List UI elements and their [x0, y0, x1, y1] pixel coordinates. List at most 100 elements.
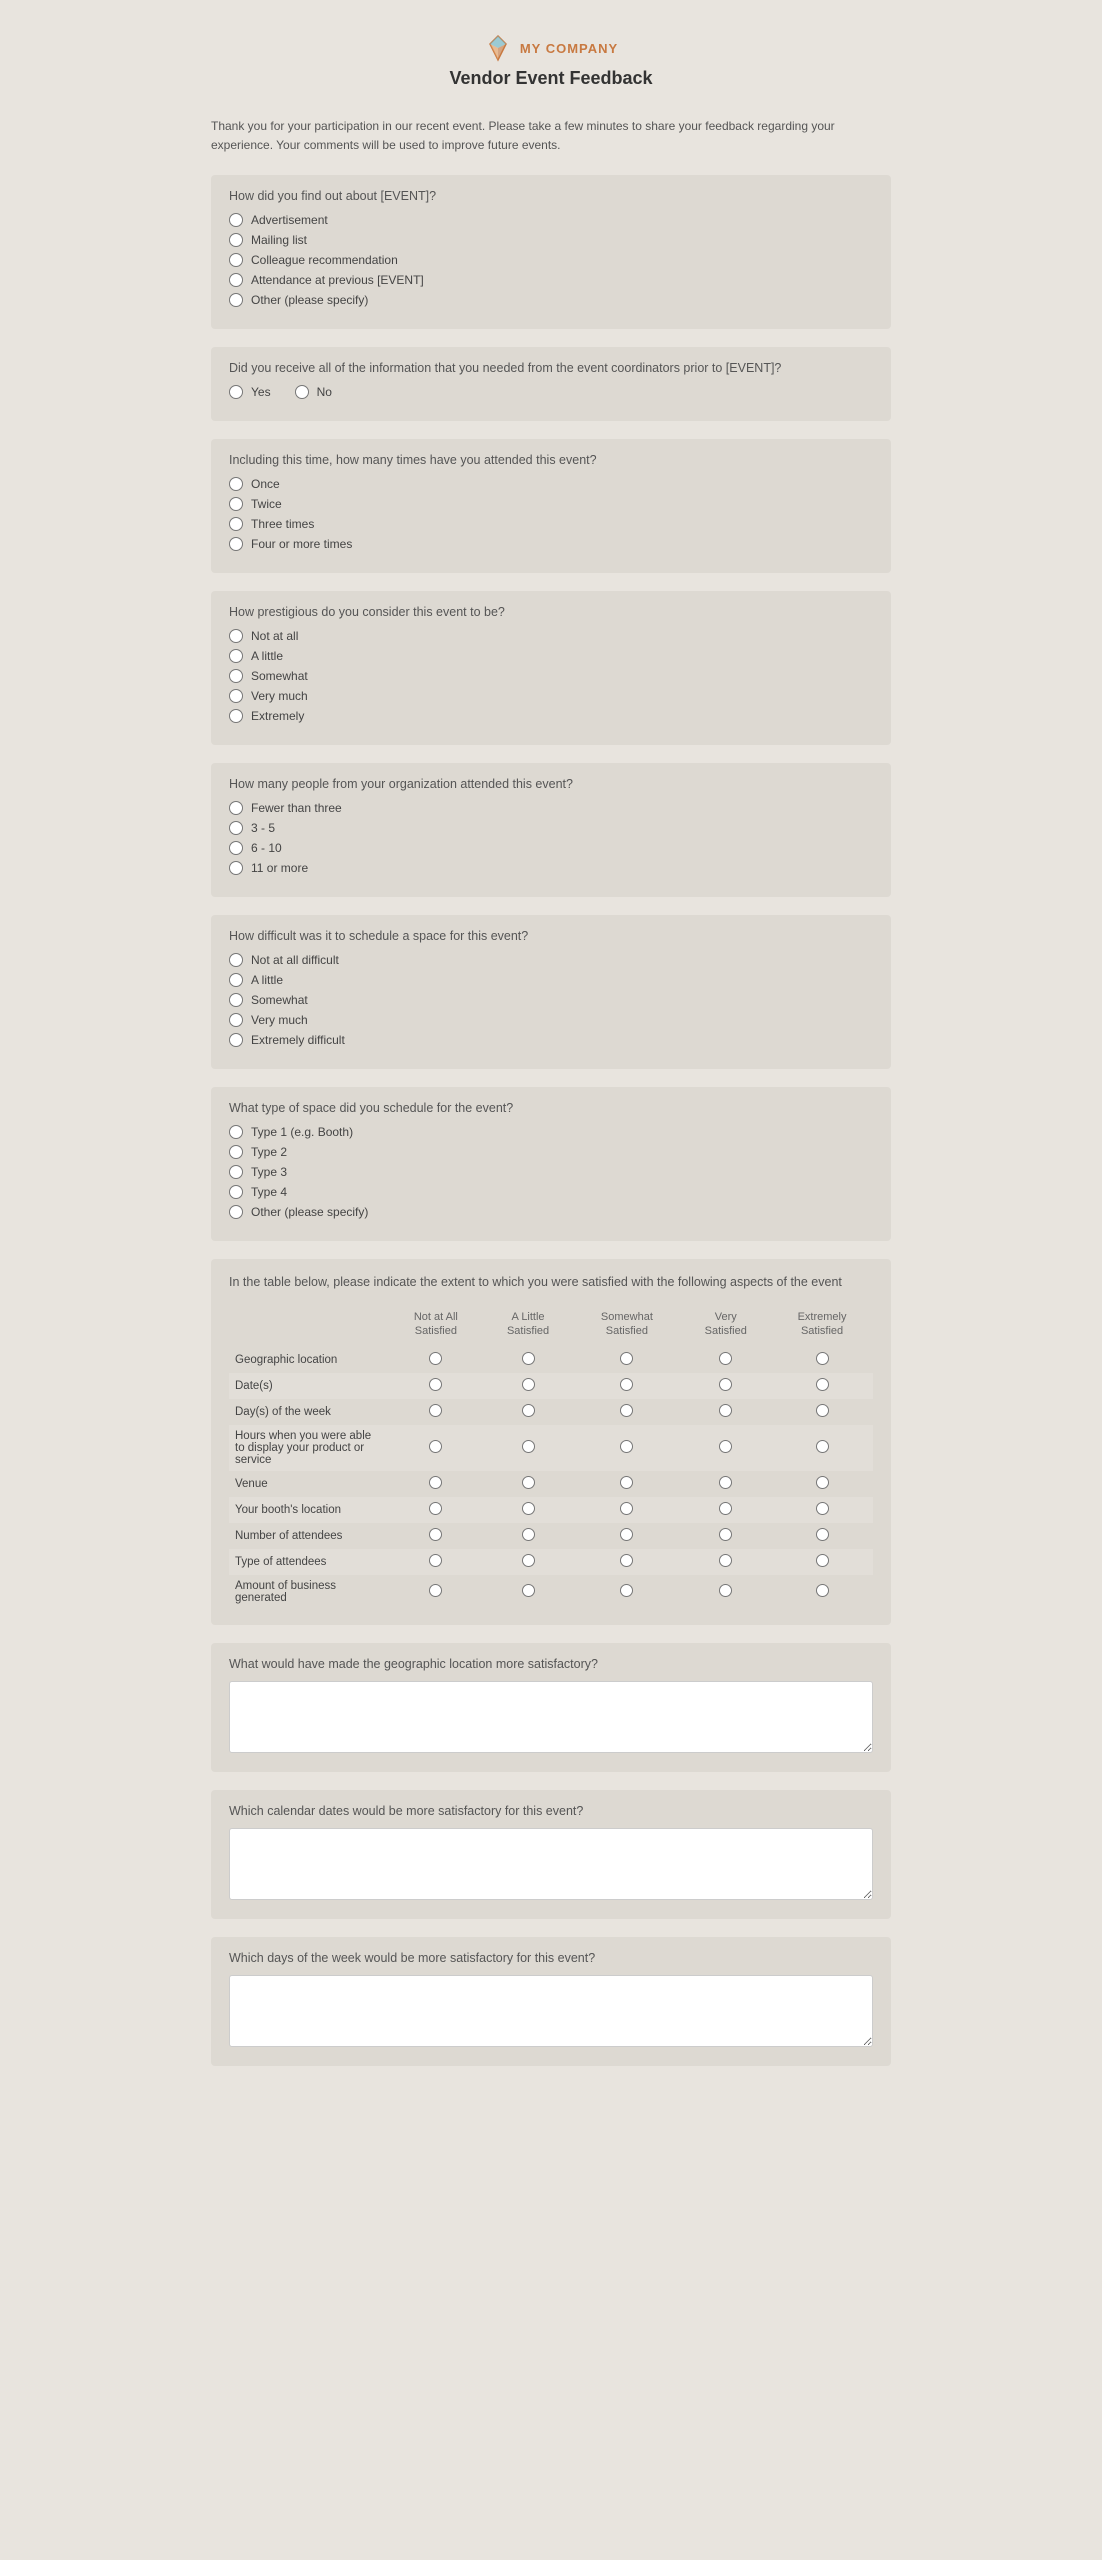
q6-option-4[interactable]: Very much [229, 1013, 873, 1027]
row-3-col-2[interactable] [483, 1399, 574, 1425]
q5-option-3[interactable]: 6 - 10 [229, 841, 873, 855]
q4-radio-4[interactable] [229, 689, 243, 703]
r8-radio-2[interactable] [522, 1554, 535, 1567]
row-8-col-3[interactable] [573, 1549, 680, 1575]
q6-option-5[interactable]: Extremely difficult [229, 1033, 873, 1047]
row-9-col-2[interactable] [483, 1575, 574, 1609]
q7-radio-3[interactable] [229, 1165, 243, 1179]
q4-radio-2[interactable] [229, 649, 243, 663]
q7-option-3[interactable]: Type 3 [229, 1165, 873, 1179]
q6-radio-4[interactable] [229, 1013, 243, 1027]
q5-option-2[interactable]: 3 - 5 [229, 821, 873, 835]
q6-radio-3[interactable] [229, 993, 243, 1007]
q1-option-4[interactable]: Attendance at previous [EVENT] [229, 273, 873, 287]
r4-radio-5[interactable] [816, 1440, 829, 1453]
r7-radio-3[interactable] [620, 1528, 633, 1541]
r3-radio-5[interactable] [816, 1404, 829, 1417]
r7-radio-5[interactable] [816, 1528, 829, 1541]
q3-radio-2[interactable] [229, 497, 243, 511]
r1-radio-1[interactable] [429, 1352, 442, 1365]
q11-textarea[interactable] [229, 1975, 873, 2047]
q1-option-2[interactable]: Mailing list [229, 233, 873, 247]
row-8-col-1[interactable] [389, 1549, 483, 1575]
r6-radio-2[interactable] [522, 1502, 535, 1515]
q5-radio-3[interactable] [229, 841, 243, 855]
row-9-col-3[interactable] [573, 1575, 680, 1609]
row-6-col-4[interactable] [680, 1497, 771, 1523]
row-6-col-2[interactable] [483, 1497, 574, 1523]
r1-radio-4[interactable] [719, 1352, 732, 1365]
q4-option-1[interactable]: Not at all [229, 629, 873, 643]
q1-radio-5[interactable] [229, 293, 243, 307]
r8-radio-1[interactable] [429, 1554, 442, 1567]
r7-radio-4[interactable] [719, 1528, 732, 1541]
row-5-col-2[interactable] [483, 1471, 574, 1497]
row-2-col-2[interactable] [483, 1373, 574, 1399]
r5-radio-5[interactable] [816, 1476, 829, 1489]
q1-radio-1[interactable] [229, 213, 243, 227]
q6-radio-1[interactable] [229, 953, 243, 967]
row-6-col-1[interactable] [389, 1497, 483, 1523]
r9-radio-3[interactable] [620, 1584, 633, 1597]
q7-radio-4[interactable] [229, 1185, 243, 1199]
r2-radio-3[interactable] [620, 1378, 633, 1391]
q7-radio-5[interactable] [229, 1205, 243, 1219]
r5-radio-3[interactable] [620, 1476, 633, 1489]
q6-option-3[interactable]: Somewhat [229, 993, 873, 1007]
row-7-col-5[interactable] [771, 1523, 873, 1549]
q3-option-1[interactable]: Once [229, 477, 873, 491]
row-7-col-4[interactable] [680, 1523, 771, 1549]
r8-radio-4[interactable] [719, 1554, 732, 1567]
q5-radio-2[interactable] [229, 821, 243, 835]
r1-radio-5[interactable] [816, 1352, 829, 1365]
q1-radio-3[interactable] [229, 253, 243, 267]
q2-radio-no[interactable] [295, 385, 309, 399]
r9-radio-4[interactable] [719, 1584, 732, 1597]
q5-option-1[interactable]: Fewer than three [229, 801, 873, 815]
row-1-col-3[interactable] [573, 1347, 680, 1373]
row-1-col-1[interactable] [389, 1347, 483, 1373]
q2-option-no[interactable]: No [295, 385, 332, 399]
q3-radio-4[interactable] [229, 537, 243, 551]
q5-radio-1[interactable] [229, 801, 243, 815]
row-4-col-1[interactable] [389, 1425, 483, 1471]
q9-textarea[interactable] [229, 1681, 873, 1753]
row-5-col-4[interactable] [680, 1471, 771, 1497]
row-9-col-1[interactable] [389, 1575, 483, 1609]
r7-radio-2[interactable] [522, 1528, 535, 1541]
r9-radio-1[interactable] [429, 1584, 442, 1597]
q1-radio-4[interactable] [229, 273, 243, 287]
r5-radio-2[interactable] [522, 1476, 535, 1489]
q5-option-4[interactable]: 11 or more [229, 861, 873, 875]
r3-radio-2[interactable] [522, 1404, 535, 1417]
row-4-col-4[interactable] [680, 1425, 771, 1471]
row-5-col-3[interactable] [573, 1471, 680, 1497]
row-4-col-3[interactable] [573, 1425, 680, 1471]
q1-option-1[interactable]: Advertisement [229, 213, 873, 227]
r3-radio-1[interactable] [429, 1404, 442, 1417]
r4-radio-3[interactable] [620, 1440, 633, 1453]
row-5-col-1[interactable] [389, 1471, 483, 1497]
r5-radio-1[interactable] [429, 1476, 442, 1489]
q6-radio-5[interactable] [229, 1033, 243, 1047]
row-2-col-4[interactable] [680, 1373, 771, 1399]
row-2-col-5[interactable] [771, 1373, 873, 1399]
r9-radio-5[interactable] [816, 1584, 829, 1597]
q2-radio-yes[interactable] [229, 385, 243, 399]
q3-option-3[interactable]: Three times [229, 517, 873, 531]
row-4-col-5[interactable] [771, 1425, 873, 1471]
row-4-col-2[interactable] [483, 1425, 574, 1471]
row-6-col-5[interactable] [771, 1497, 873, 1523]
q10-textarea[interactable] [229, 1828, 873, 1900]
q5-radio-4[interactable] [229, 861, 243, 875]
row-2-col-3[interactable] [573, 1373, 680, 1399]
row-7-col-1[interactable] [389, 1523, 483, 1549]
r4-radio-2[interactable] [522, 1440, 535, 1453]
q7-radio-1[interactable] [229, 1125, 243, 1139]
q4-radio-1[interactable] [229, 629, 243, 643]
row-3-col-3[interactable] [573, 1399, 680, 1425]
row-2-col-1[interactable] [389, 1373, 483, 1399]
r5-radio-4[interactable] [719, 1476, 732, 1489]
row-9-col-5[interactable] [771, 1575, 873, 1609]
r2-radio-4[interactable] [719, 1378, 732, 1391]
